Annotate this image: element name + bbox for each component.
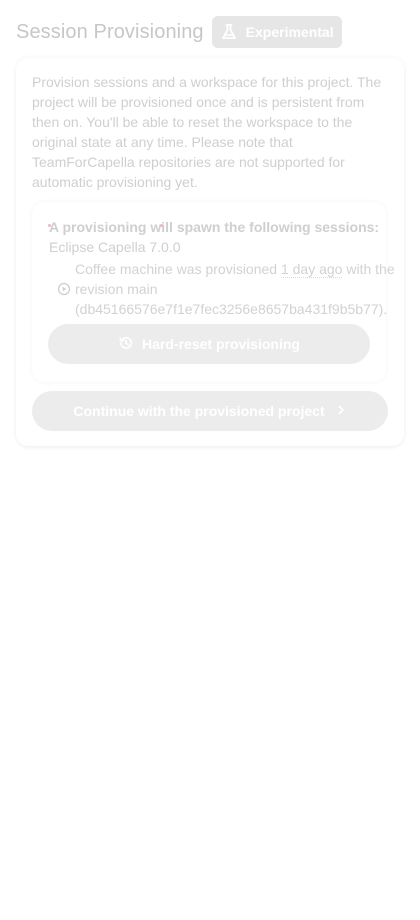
- history-icon: [118, 335, 134, 354]
- card-description: Provision sessions and a workspace for t…: [32, 74, 382, 190]
- provisioning-summary: A provisioning will spawn the following …: [32, 202, 395, 382]
- cursor-dot: [48, 224, 51, 227]
- provisioning-title: A provisioning will spawn the following …: [49, 219, 380, 235]
- chevron-right-icon: [335, 403, 347, 419]
- hard-reset-button[interactable]: Hard-reset provisioning: [48, 324, 370, 364]
- session-time[interactable]: 1 day ago: [280, 261, 343, 278]
- play-circle-icon: [57, 282, 71, 296]
- session-hash: (db45166576e7f1e7fec3256e8657ba431f9b5b7…: [75, 301, 388, 317]
- session-description: Coffee machine was provisioned 1 day ago…: [75, 259, 395, 319]
- flask-icon: [220, 23, 238, 41]
- continue-button[interactable]: Continue with the provisioned project: [32, 391, 388, 431]
- experimental-badge: Experimental: [211, 16, 342, 48]
- page-title: Session Provisioning: [16, 20, 204, 43]
- page-header: Session Provisioning Experimental: [16, 16, 342, 48]
- hard-reset-label: Hard-reset provisioning: [142, 336, 300, 352]
- cursor-dot: [160, 224, 163, 227]
- tool-name: Eclipse Capella 7.0.0: [49, 239, 181, 255]
- provisioning-card: Provision sessions and a workspace for t…: [16, 58, 404, 446]
- badge-label: Experimental: [245, 24, 334, 40]
- continue-label: Continue with the provisioned project: [73, 403, 325, 419]
- session-prefix: Coffee machine was provisioned: [75, 261, 278, 277]
